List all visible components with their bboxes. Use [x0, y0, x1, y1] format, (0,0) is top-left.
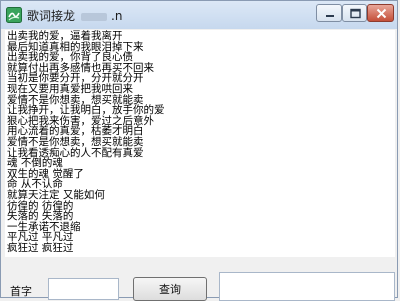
first-char-input[interactable] — [48, 278, 119, 300]
lyric-line: 疯狂过 疯狂过 — [7, 242, 74, 254]
maximize-icon — [350, 8, 361, 19]
window-title: 歌词接龙 .n — [27, 7, 122, 24]
app-window: 歌词接龙 .n 出卖我的爱，逼着我离开 最后知道真相的我眼泪掉下来 出卖我的爱，你背了… — [0, 0, 398, 301]
query-button[interactable]: 查询 — [133, 277, 207, 301]
result-output-box[interactable] — [219, 272, 395, 301]
lyrics-display[interactable]: 出卖我的爱，逼着我离开 最后知道真相的我眼泪掉下来 出卖我的爱，你背了良心债 就算付出… — [5, 30, 395, 257]
first-char-label: 首字 — [10, 285, 32, 298]
minimize-icon — [326, 15, 334, 17]
window-title-suffix: .n — [111, 9, 123, 23]
minimize-button[interactable] — [316, 4, 342, 22]
window-title-text: 歌词接龙 — [27, 9, 76, 23]
close-button[interactable] — [367, 4, 394, 22]
query-bar: 首字 查询 — [1, 259, 397, 301]
maximize-button[interactable] — [342, 4, 367, 22]
title-bar[interactable]: 歌词接龙 .n — [1, 1, 397, 29]
app-icon — [6, 7, 22, 23]
close-icon — [376, 8, 387, 19]
title-blurred-region — [81, 12, 108, 21]
